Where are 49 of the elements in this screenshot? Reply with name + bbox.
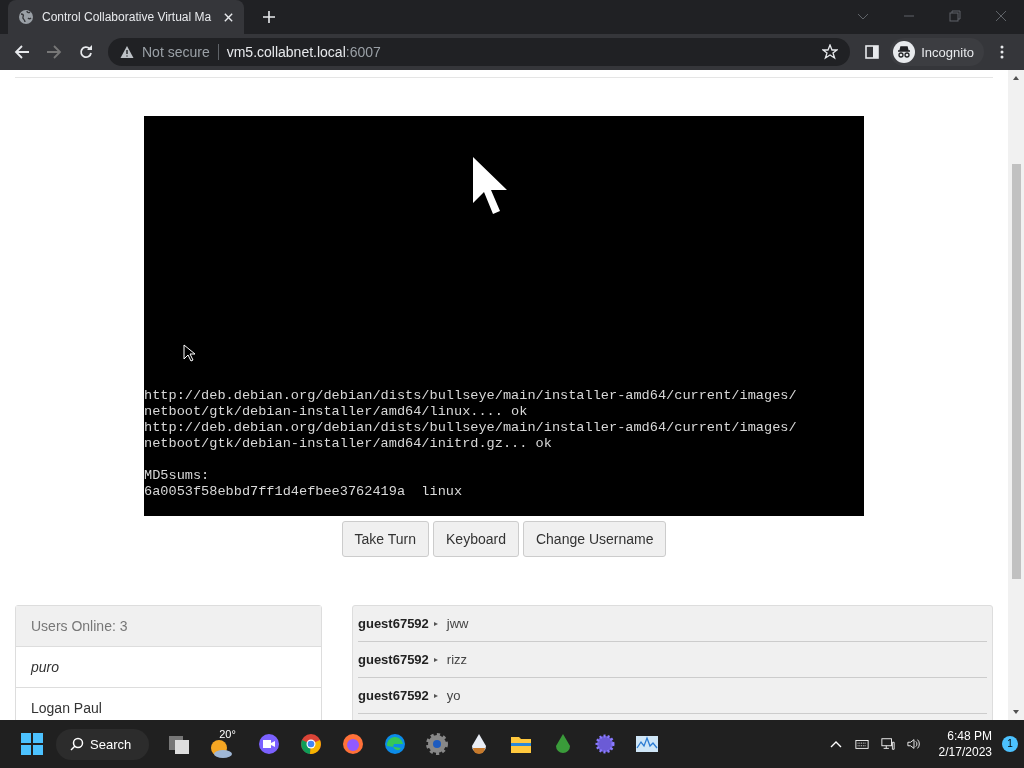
globe-icon xyxy=(18,9,34,25)
video-chat-icon[interactable] xyxy=(257,732,282,756)
scrollbar-thumb[interactable] xyxy=(1011,164,1021,579)
action-button[interactable]: Take Turn xyxy=(341,521,429,557)
message-username: guest67592 xyxy=(358,616,429,631)
console-line: netboot/gtk/debian-installer/amd64/initrd.gz... ok xyxy=(144,436,552,452)
notification-badge[interactable]: 1 xyxy=(1002,736,1018,752)
message-text: rizz xyxy=(446,652,468,667)
network-icon[interactable] xyxy=(880,737,895,751)
search-icon xyxy=(70,737,84,751)
speaker-icon[interactable] xyxy=(906,737,921,751)
console-line: netboot/gtk/debian-installer/amd64/linux.... ok xyxy=(144,404,528,420)
console-line: 6a0053f58ebbd7ff1d4efbee3762419a linux xyxy=(144,484,463,500)
security-label: Not secure xyxy=(142,44,210,60)
vm-screen[interactable] xyxy=(144,116,864,516)
pointer-cursor-icon xyxy=(183,344,195,362)
triangle-icon xyxy=(432,656,439,663)
console-line: MD5sums: xyxy=(144,468,210,484)
keyboard-icon[interactable] xyxy=(854,737,869,751)
action-button[interactable]: Change Username xyxy=(522,521,667,557)
address-bar[interactable]: Not secure vm5.collabnet.local:6007 xyxy=(108,38,851,66)
url-text: vm5.collabnet.local:6007 xyxy=(226,44,381,60)
tab-title: Control Collaborative Virtual Ma xyxy=(42,10,213,24)
profile-button[interactable]: Incognito xyxy=(890,38,984,66)
action-button[interactable]: Keyboard xyxy=(433,521,519,557)
chrome-icon[interactable] xyxy=(299,732,324,756)
triangle-icon xyxy=(432,620,439,627)
warning-icon xyxy=(120,45,134,59)
console-line: http://deb.debian.org/debian/dists/bullseye/main/installer-amd64/current/images/ xyxy=(144,388,797,404)
incognito-icon xyxy=(893,41,916,63)
weather-widget[interactable]: 20° xyxy=(209,728,240,760)
gear-icon[interactable] xyxy=(425,732,450,756)
scroll-down-icon[interactable] xyxy=(1012,709,1020,715)
console-line: http://deb.debian.org/debian/dists/bullseye/main/installer-amd64/current/images/ xyxy=(144,420,797,436)
browser-tab[interactable]: Control Collaborative Virtual Ma xyxy=(8,0,244,34)
star-icon[interactable] xyxy=(822,44,839,60)
taskbar-search[interactable]: Search xyxy=(56,728,150,760)
user-item: puro xyxy=(16,646,321,687)
plus-icon[interactable] xyxy=(262,10,276,24)
scroll-up-icon[interactable] xyxy=(1012,75,1020,81)
windows-logo-icon[interactable] xyxy=(20,732,44,756)
message-username: guest67592 xyxy=(358,688,429,703)
message-text: yo xyxy=(446,688,461,703)
message-username: guest67592 xyxy=(358,652,429,667)
message-text: jww xyxy=(446,616,469,631)
triangle-icon xyxy=(432,692,439,699)
clock[interactable]: 6:48 PM 2/17/2023 xyxy=(938,728,992,760)
users-online-header: Users Online: 3 xyxy=(16,606,321,646)
scrollbar[interactable] xyxy=(1008,70,1024,720)
